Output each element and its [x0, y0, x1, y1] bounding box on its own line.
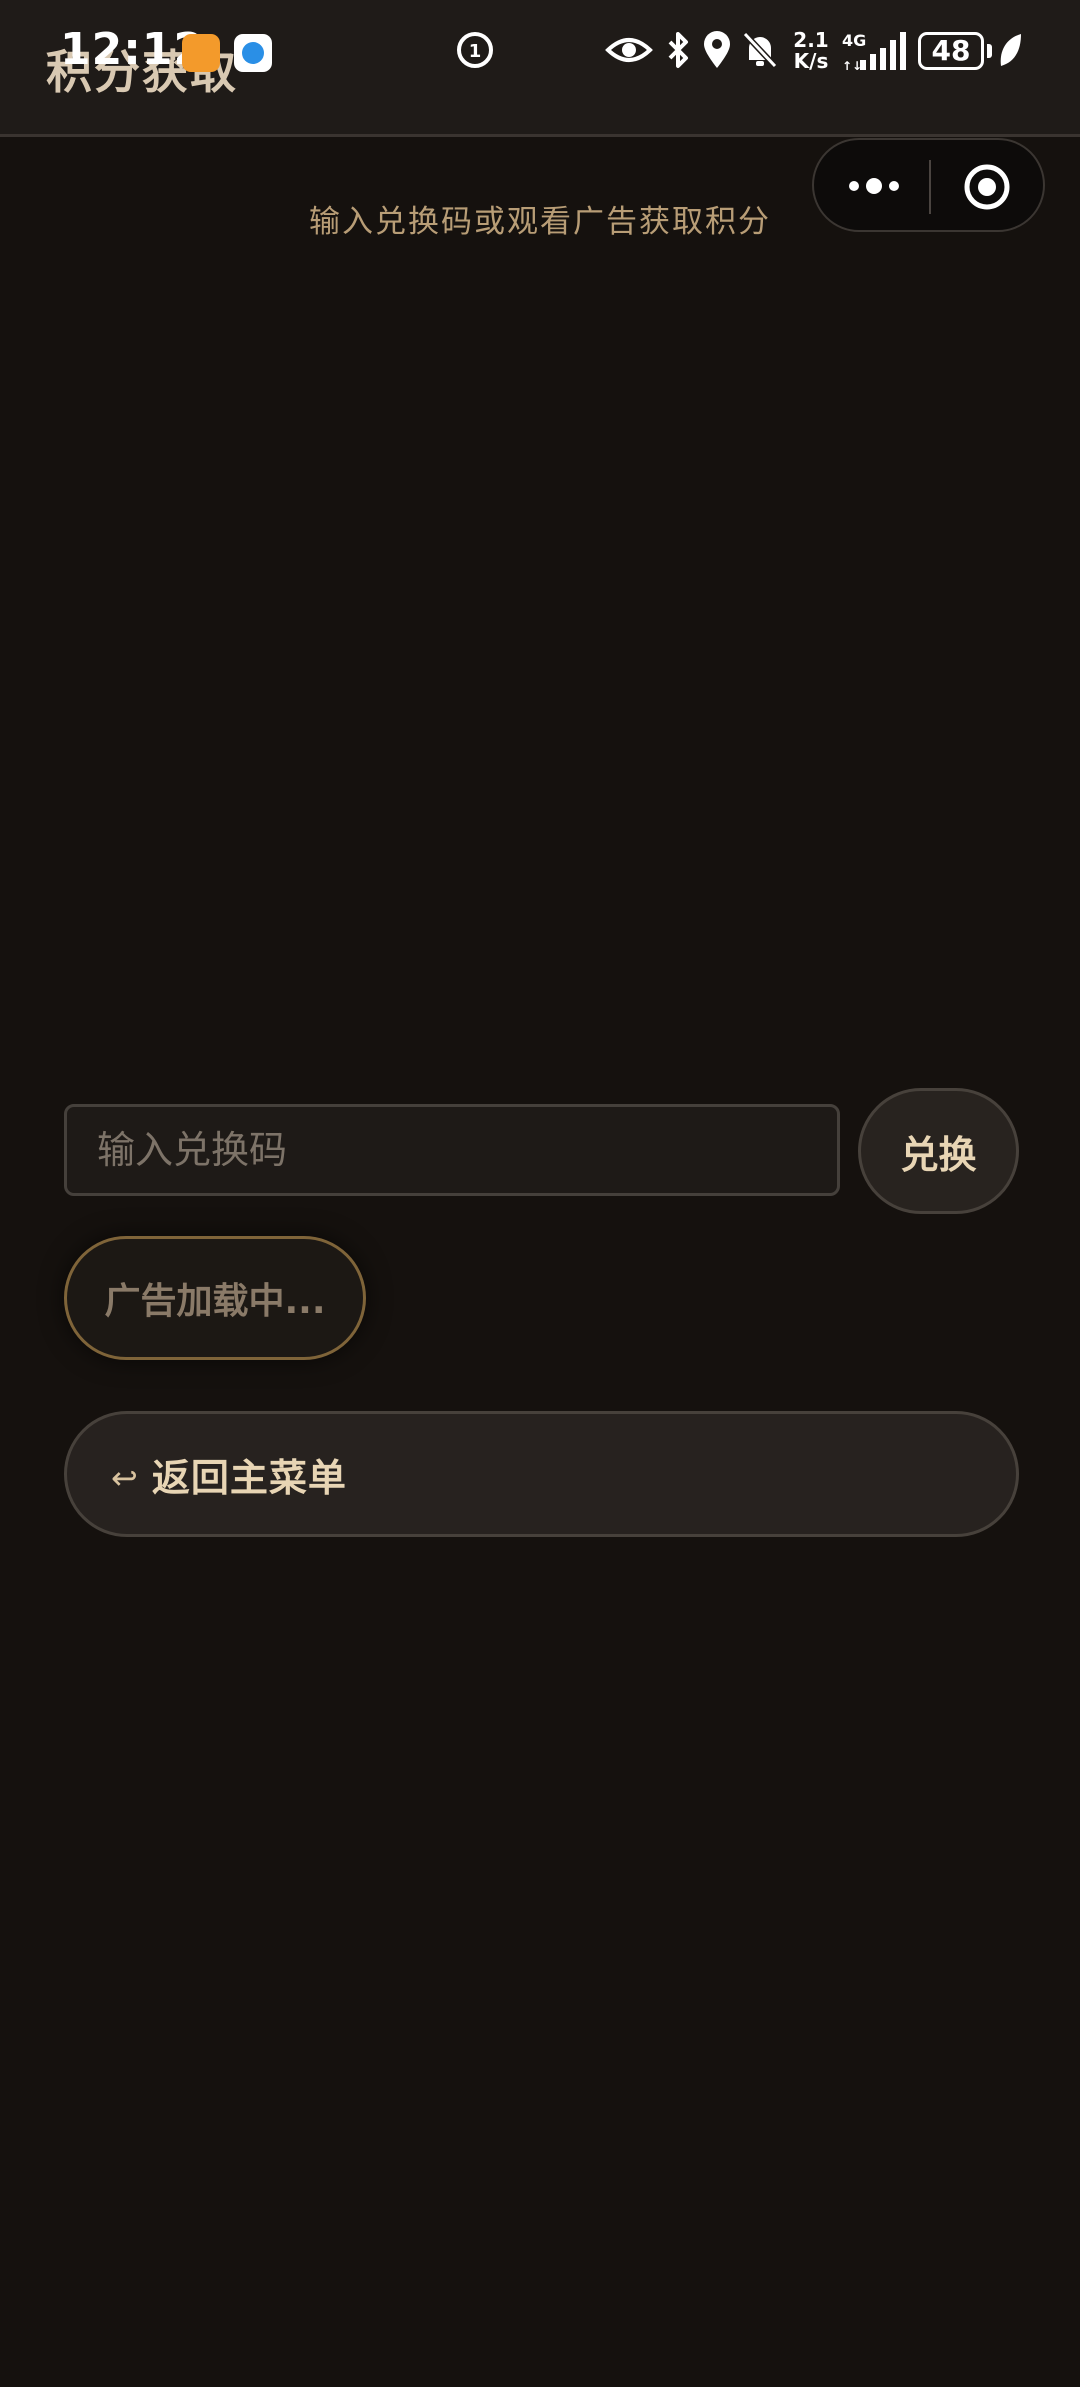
screen-record-icon: 1 [452, 30, 498, 74]
back-button-label: 返回主菜单 [151, 1455, 347, 1500]
signal-icon: 4G ↑↓ [840, 30, 910, 74]
network-speed-unit: K/s [793, 49, 829, 73]
browser-notification-icon [234, 34, 272, 72]
back-to-menu-button[interactable]: ↩ 返回主菜单 [64, 1411, 1019, 1537]
location-icon [700, 30, 734, 74]
leaf-icon [996, 30, 1024, 74]
battery-tip [987, 44, 992, 58]
svg-text:1: 1 [469, 41, 482, 62]
redeem-button[interactable]: 兑换 [858, 1088, 1019, 1214]
page-subtitle: 输入兑换码或观看广告获取积分 [309, 204, 771, 240]
mute-bell-icon [740, 30, 780, 74]
watch-ad-button[interactable]: 广告加载中... [64, 1236, 366, 1360]
bluetooth-icon [662, 30, 694, 74]
network-speed-value: 2.1 [793, 28, 829, 52]
svg-text:4G: 4G [842, 31, 866, 50]
battery-indicator: 48 [918, 32, 984, 70]
eye-icon [604, 30, 654, 74]
app-notification-icon [182, 34, 220, 72]
return-arrow-icon: ↩ [111, 1459, 138, 1497]
network-speed: 2.1 K/s [788, 30, 834, 72]
redeem-code-input[interactable] [64, 1104, 840, 1196]
page: 积分获取 12:12 1 2.1 K/s 4G ↑↓ 48 输入兑换码或观看广告… [0, 0, 1080, 2387]
svg-text:↑↓: ↑↓ [842, 59, 862, 73]
